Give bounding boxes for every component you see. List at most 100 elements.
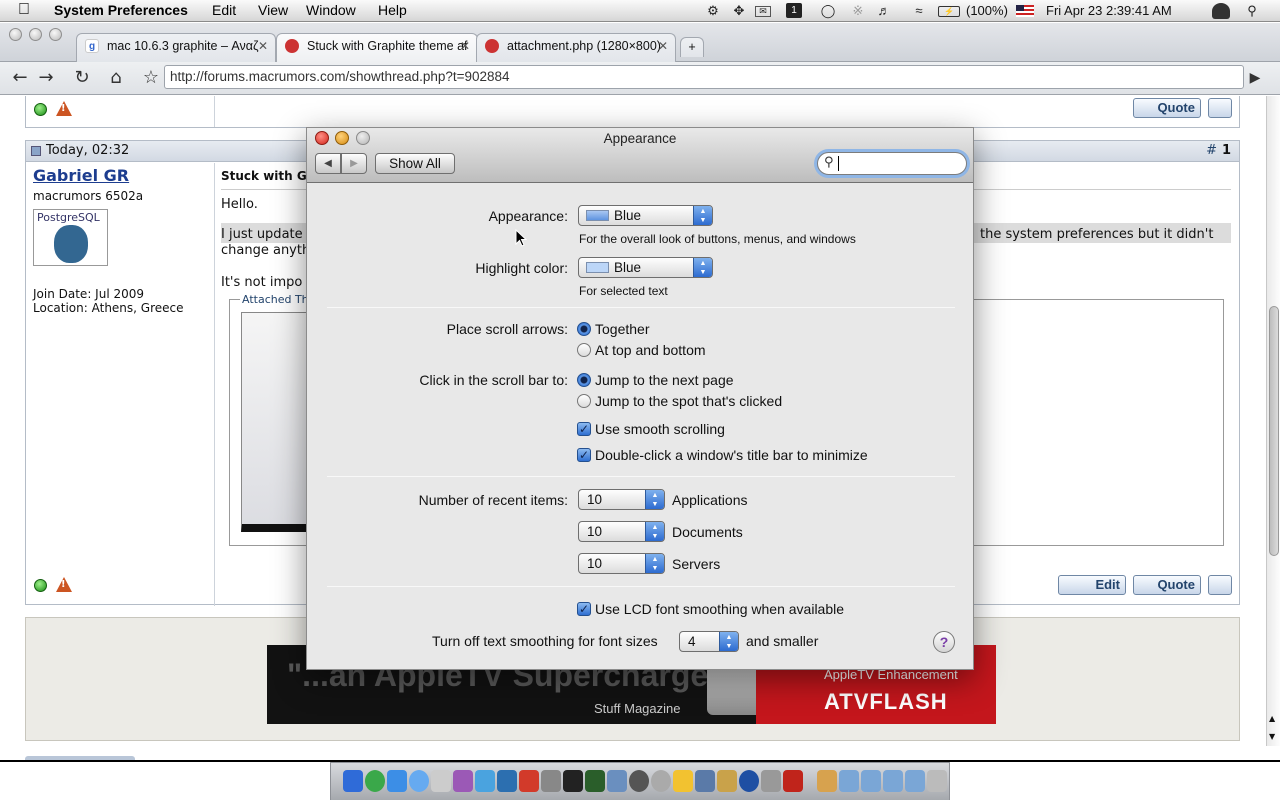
scroll-up-arrow-icon[interactable]: ▲ <box>1269 714 1275 723</box>
bluetooth-icon[interactable]: ※ <box>850 3 866 18</box>
folder-dock-icon[interactable] <box>861 770 881 792</box>
new-tab-button[interactable]: + <box>680 37 704 57</box>
chrome-dock-icon[interactable] <box>365 770 385 792</box>
double-click-minimize-checkbox[interactable]: ✓ <box>577 448 591 462</box>
scroll-arrows-top-bottom-label[interactable]: At top and bottom <box>595 342 706 358</box>
menu-edit[interactable]: Edit <box>212 2 236 18</box>
quote-button[interactable]: Quote <box>1133 575 1201 595</box>
clipboard-icon[interactable]: 1 <box>786 3 802 18</box>
window-titlebar[interactable]: Appearance ◀ ▶ Show All ⚲ <box>307 128 973 183</box>
home-folder-dock-icon[interactable] <box>817 770 837 792</box>
scroll-arrows-together-label[interactable]: Together <box>595 321 649 337</box>
multi-quote-button[interactable] <box>1208 575 1232 595</box>
highlight-color-popup[interactable]: Blue ▲ ▼ <box>578 257 713 278</box>
help-button[interactable]: ? <box>933 631 955 653</box>
mail-icon[interactable]: ✉ <box>755 6 771 17</box>
tab-close-icon[interactable]: ✕ <box>460 34 470 58</box>
recent-applications-popup[interactable]: 10 ▲ ▼ <box>578 489 665 510</box>
menu-window[interactable]: Window <box>306 2 356 18</box>
tab-close-icon[interactable]: ✕ <box>258 34 268 58</box>
window-minimize-button[interactable] <box>29 28 42 41</box>
wifi-icon[interactable]: ≈ <box>908 3 930 18</box>
home-icon[interactable]: ⌂ <box>105 67 127 89</box>
us-flag-icon[interactable] <box>1016 5 1034 17</box>
itunes-dock-icon[interactable] <box>453 770 473 792</box>
tab-close-icon[interactable]: ✕ <box>658 34 668 58</box>
appearance-popup[interactable]: Blue ▲ ▼ <box>578 205 713 226</box>
activity-monitor-dock-icon[interactable] <box>585 770 605 792</box>
folder-dock-icon[interactable] <box>883 770 903 792</box>
forward-arrow-icon[interactable]: → <box>35 67 57 89</box>
trash-dock-icon[interactable] <box>927 770 947 792</box>
app-dock-icon[interactable] <box>739 770 759 792</box>
search-field[interactable]: ⚲ <box>817 152 967 175</box>
photo-dock-icon[interactable] <box>607 770 627 792</box>
volume-icon[interactable]: ♬ <box>876 3 892 18</box>
preview-dock-icon[interactable] <box>431 770 451 792</box>
folder-dock-icon[interactable] <box>905 770 925 792</box>
menu-app-name[interactable]: System Preferences <box>54 2 188 18</box>
post-number-hash[interactable]: # <box>1206 141 1217 161</box>
lcd-smoothing-checkbox[interactable]: ✓ <box>577 602 591 616</box>
author-avatar[interactable]: PostgreSQL <box>33 209 108 266</box>
quote-button[interactable]: Quote <box>1133 98 1201 118</box>
edit-button[interactable]: Edit <box>1058 575 1126 595</box>
ichat-dock-icon[interactable] <box>409 770 429 792</box>
scrollbar-thumb[interactable] <box>1269 306 1279 556</box>
terminal-dock-icon[interactable] <box>563 770 583 792</box>
multi-quote-button[interactable] <box>1208 98 1232 118</box>
finder-dock-icon[interactable] <box>343 770 363 792</box>
lcd-smoothing-label[interactable]: Use LCD font smoothing when available <box>595 601 844 617</box>
reload-icon[interactable]: ↻ <box>71 67 93 89</box>
disk-utility-dock-icon[interactable] <box>629 770 649 792</box>
spotlight-icon[interactable]: ⚲ <box>1244 3 1260 18</box>
scroll-arrows-top-bottom-radio[interactable] <box>577 343 591 357</box>
post-number[interactable]: 1 <box>1222 141 1231 161</box>
tab-google-search[interactable]: g mac 10.6.3 graphite – Αναζ ✕ <box>76 33 276 63</box>
jump-next-page-label[interactable]: Jump to the next page <box>595 372 734 388</box>
jump-spot-clicked-radio[interactable] <box>577 394 591 408</box>
chat-bubble-icon[interactable]: ◯ <box>820 3 836 18</box>
double-click-minimize-label[interactable]: Double-click a window's title bar to min… <box>595 447 868 463</box>
url-field[interactable]: http://forums.macrumors.com/showthread.p… <box>164 65 1244 89</box>
scroll-arrows-together-radio[interactable] <box>577 322 591 336</box>
apple-menu-icon[interactable]:  <box>18 1 30 19</box>
forward-button[interactable]: ▶ <box>341 153 367 174</box>
jump-next-page-radio[interactable] <box>577 373 591 387</box>
tab-attachment[interactable]: attachment.php (1280×800) ✕ <box>476 33 676 63</box>
back-arrow-icon[interactable]: ← <box>9 67 31 89</box>
adium-dock-icon[interactable] <box>673 770 693 792</box>
jump-spot-clicked-label[interactable]: Jump to the spot that's clicked <box>595 393 782 409</box>
report-post-icon[interactable] <box>56 101 72 116</box>
app-dock-icon[interactable] <box>761 770 781 792</box>
system-preferences-dock-icon[interactable] <box>541 770 561 792</box>
tab-macrumors-thread[interactable]: Stuck with Graphite theme af ✕ <box>276 33 478 63</box>
go-arrow-icon[interactable]: ▶ <box>1244 67 1266 89</box>
bookmark-star-icon[interactable]: ☆ <box>140 67 162 89</box>
menu-help[interactable]: Help <box>378 2 407 18</box>
recent-documents-popup[interactable]: 10 ▲ ▼ <box>578 521 665 542</box>
smooth-scrolling-checkbox[interactable]: ✓ <box>577 422 591 436</box>
acrobat-dock-icon[interactable] <box>783 770 803 792</box>
script-icon[interactable]: ⚙ <box>705 3 721 18</box>
battery-percent[interactable]: (100%) <box>966 3 1008 18</box>
window-zoom-button[interactable] <box>49 28 62 41</box>
menu-clock[interactable]: Fri Apr 23 2:39:41 AM <box>1046 3 1172 18</box>
app-dock-icon[interactable] <box>651 770 671 792</box>
menu-view[interactable]: View <box>258 2 288 18</box>
battery-icon[interactable]: ⚡ <box>938 6 960 17</box>
ical-dock-icon[interactable] <box>387 770 407 792</box>
app-dock-icon[interactable] <box>695 770 715 792</box>
app-dock-icon[interactable] <box>717 770 737 792</box>
move-icon[interactable]: ✥ <box>731 3 747 18</box>
mail-dock-icon[interactable] <box>475 770 495 792</box>
smooth-scrolling-label[interactable]: Use smooth scrolling <box>595 421 725 437</box>
show-all-button[interactable]: Show All <box>375 153 455 174</box>
xcode-dock-icon[interactable] <box>497 770 517 792</box>
text-smoothing-size-popup[interactable]: 4 ▲ ▼ <box>679 631 739 652</box>
scroll-down-arrow-icon[interactable]: ▼ <box>1269 732 1275 741</box>
post-author-link[interactable]: Gabriel GR <box>33 166 129 185</box>
page-scrollbar[interactable]: ▲ ▼ <box>1266 96 1280 746</box>
filezilla-dock-icon[interactable] <box>519 770 539 792</box>
window-close-button[interactable] <box>9 28 22 41</box>
